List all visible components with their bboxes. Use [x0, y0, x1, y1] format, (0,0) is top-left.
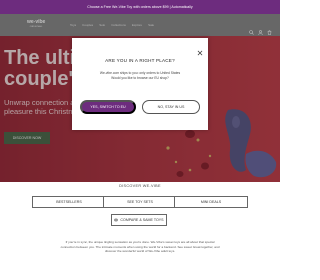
modal-line-2: Would you like to browse our EU shop? [111, 75, 169, 80]
promo-bar: Choose a Free We-Vibe Toy with orders ab… [0, 0, 280, 14]
close-icon[interactable] [197, 43, 203, 56]
compare-label: COMPARE & SAME TOYS [120, 218, 164, 222]
promo-text: Choose a Free We-Vibe Toy with orders ab… [87, 5, 193, 9]
compare-icon [114, 218, 119, 223]
mini-deals-button[interactable]: MINI DEALS [174, 196, 248, 208]
footer-text: If you're in sync, the unique tingling s… [60, 240, 220, 254]
modal-title: ARE YOU IN A RIGHT PLACE? [105, 58, 175, 63]
stay-in-us-button[interactable]: NO, STAY IN US [142, 100, 200, 114]
discover-title: DISCOVER WE-VIBE [119, 184, 161, 188]
modal-overlay[interactable]: ARE YOU IN A RIGHT PLACE? We-vibe.com sh… [0, 14, 280, 182]
compare-button[interactable]: COMPARE & SAME TOYS [111, 214, 167, 226]
region-modal: ARE YOU IN A RIGHT PLACE? We-vibe.com sh… [72, 38, 208, 130]
bestsellers-button[interactable]: BESTSELLERS [32, 196, 106, 208]
switch-to-eu-button[interactable]: YES, SWITCH TO EU [80, 100, 136, 114]
modal-message: We-vibe.com ships to you: only orders to… [82, 71, 198, 81]
see-toy-sets-button[interactable]: SEE TOY SETS [103, 196, 177, 208]
